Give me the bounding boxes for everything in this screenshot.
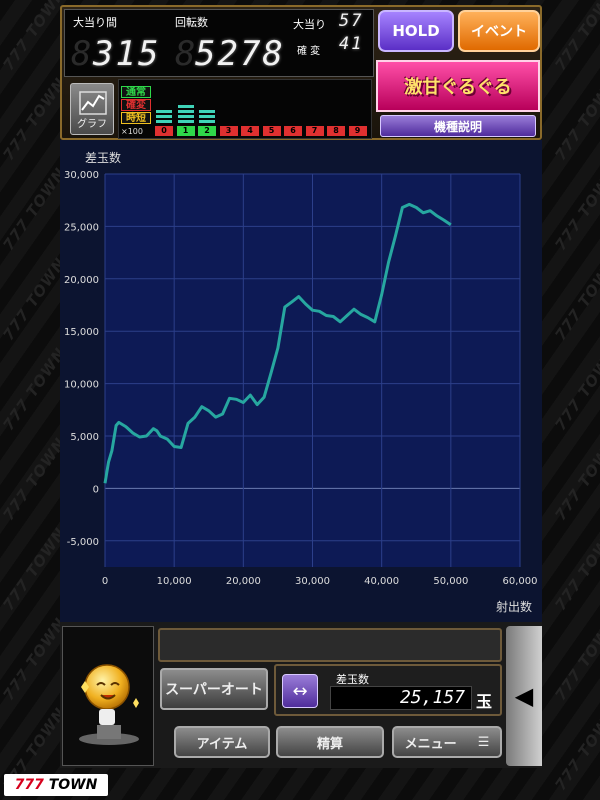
- kakuhen-value: 41: [339, 34, 364, 54]
- diff-balls-unit: 玉: [476, 692, 493, 711]
- history-index: 1: [176, 126, 195, 136]
- bonus-interval-value: 315: [93, 34, 161, 74]
- history-index: 9: [348, 126, 367, 136]
- menu-button[interactable]: メニュー ☰: [392, 726, 502, 758]
- menu-icon: ☰: [477, 734, 490, 750]
- y-tick-label: 0: [93, 484, 99, 495]
- y-tick-label: 20,000: [64, 275, 99, 286]
- event-button[interactable]: イベント: [458, 10, 540, 52]
- history-bar-segment: [156, 120, 172, 123]
- history-index: 8: [327, 126, 345, 136]
- counter-display: 大当り間 回転数 8 315 8 5278 大当り 57 確 変 41: [64, 9, 374, 77]
- history-index: 6: [284, 126, 302, 136]
- history-bar-segment: [177, 115, 194, 118]
- hold-button[interactable]: HOLD: [378, 10, 454, 52]
- machine-banner[interactable]: 激甘ぐるぐる: [376, 60, 540, 112]
- logo-name: TOWN: [48, 777, 98, 793]
- history-bar-segment: [177, 110, 194, 113]
- history-bar-segment: [199, 110, 215, 113]
- diff-balls-value: 25,157: [330, 686, 472, 710]
- machine-info-button[interactable]: 機種説明: [380, 115, 536, 137]
- graph-button-label: グラフ: [77, 119, 107, 130]
- history-index: 4: [241, 126, 259, 136]
- history-index: 5: [262, 126, 281, 136]
- x-axis-label: 射出数: [495, 600, 532, 614]
- y-tick-label: 5,000: [70, 432, 99, 443]
- spins-value: 5278: [195, 34, 285, 74]
- history-bar-segment: [199, 115, 215, 118]
- menu-button-label: メニュー: [404, 736, 457, 752]
- logo-number: 777: [14, 777, 44, 793]
- x-tick-label: 20,000: [226, 576, 261, 587]
- x-tick-label: 60,000: [503, 576, 538, 587]
- bonus-interval-ghost-digit: 8: [71, 34, 94, 74]
- line-chart: 30,000 25,000 20,000 15,000 10,000 5,000 0 -5,0…: [64, 170, 538, 587]
- y-tick-label: 10,000: [64, 380, 99, 391]
- side-panel-toggle[interactable]: ◀: [506, 626, 542, 766]
- history-tag: 確変: [121, 99, 151, 111]
- history-index: 3: [219, 126, 238, 136]
- history-bar-segment: [156, 115, 172, 118]
- bonus-count-label: 大当り: [293, 18, 326, 31]
- x-tick-label: 30,000: [295, 576, 330, 587]
- history-tag: 時短: [121, 112, 151, 124]
- settle-button[interactable]: 精算: [276, 726, 384, 758]
- history-index: 0: [155, 126, 173, 136]
- diff-balls-panel: ↔ 差玉数 25,157 玉: [274, 664, 502, 716]
- y-tick-label: 30,000: [64, 170, 99, 181]
- history-bar-segment: [199, 120, 215, 123]
- kakuhen-label: 確 変: [297, 46, 321, 57]
- history-bar-segment: [177, 120, 194, 123]
- x-tick-label: 50,000: [433, 576, 468, 587]
- x-tick-label: 0: [102, 576, 108, 587]
- y-tick-label: 25,000: [64, 222, 99, 233]
- swap-arrows-icon[interactable]: ↔: [282, 674, 318, 708]
- spins-label: 回転数: [175, 16, 208, 29]
- bonus-count-value: 57: [339, 11, 364, 31]
- super-auto-button[interactable]: スーパーオート: [160, 668, 268, 710]
- x-tick-label: 10,000: [157, 576, 192, 587]
- y-tick-label: -5,000: [67, 537, 99, 548]
- history-index: 2: [198, 126, 216, 136]
- character-panel[interactable]: [62, 626, 154, 766]
- y-tick-label: 15,000: [64, 327, 99, 338]
- footer-panel: スーパーオート ↔ 差玉数 25,157 玉 アイテム 精算 メニュー ☰: [60, 622, 542, 768]
- chart-panel: 差玉数 30,000 25,000 20,000 15,000 10,000 5,000 0…: [60, 140, 542, 622]
- history-index: 7: [305, 126, 324, 136]
- header-panel: 大当り間 回転数 8 315 8 5278 大当り 57 確 変 41 HOLD…: [60, 5, 542, 140]
- arrow-left-icon: ◀: [514, 682, 534, 710]
- history-scale-label: ×100: [121, 127, 143, 136]
- bonus-history-panel: 通常 確変 時短 ×100 0123456789: [118, 79, 372, 139]
- bonus-interval-label: 大当り間: [73, 16, 117, 29]
- diff-balls-label: 差玉数: [336, 673, 369, 686]
- history-bar-segment: [156, 110, 172, 113]
- item-button[interactable]: アイテム: [174, 726, 270, 758]
- mascot-character-icon: [79, 664, 139, 745]
- message-bar: [158, 628, 502, 662]
- graph-button[interactable]: グラフ: [70, 83, 114, 135]
- history-tag: 通常: [121, 86, 151, 98]
- history-bar-segment: [177, 105, 194, 108]
- x-tick-label: 40,000: [364, 576, 399, 587]
- 777town-logo: 777 TOWN: [4, 774, 108, 796]
